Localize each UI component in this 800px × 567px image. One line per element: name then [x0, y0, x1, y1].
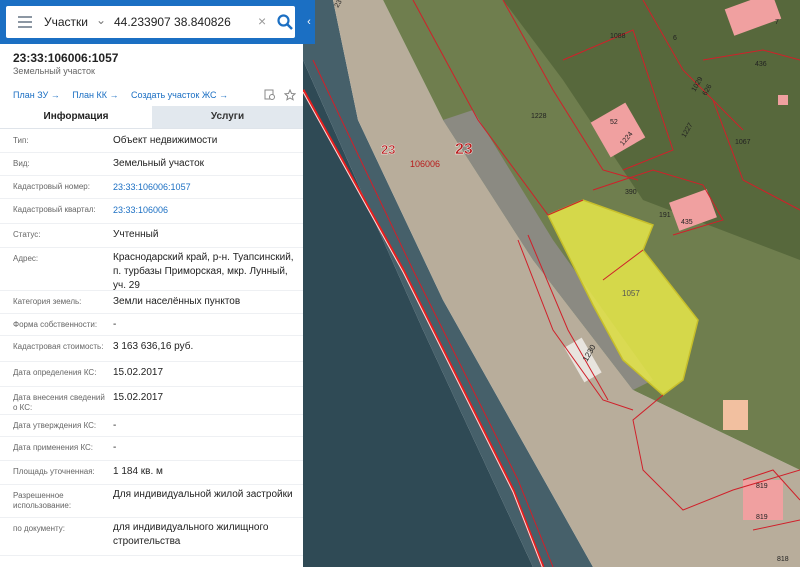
- action-links: План ЗУ → План КК → Создать участок ЖС →: [13, 90, 238, 100]
- info-row: Категория земель: Земли населённых пункто…: [0, 290, 303, 314]
- info-row-value: -: [113, 442, 117, 453]
- info-row-value: 15.02.2017: [113, 367, 164, 378]
- info-row-value: Учтенный: [113, 229, 159, 240]
- print-icon[interactable]: [264, 89, 276, 101]
- tab-info[interactable]: Информация: [0, 106, 152, 130]
- info-row-key: Кадастровая стоимость:: [13, 342, 104, 351]
- parcel-label-191: 191: [659, 212, 671, 219]
- parcel-label-1057: 1057: [622, 289, 640, 298]
- info-row: Статус: Учтенный: [0, 223, 303, 248]
- info-row-value: Для индивидуальной жилой застройки: [113, 489, 293, 500]
- info-row-key: по документу:: [13, 524, 65, 533]
- info-row-key: Дата утверждения КС:: [13, 421, 97, 430]
- search-box: Участки ⌄ ×: [6, 6, 295, 38]
- parcel-label-390: 390: [625, 189, 637, 196]
- info-row: Дата определения КС: 15.02.2017: [0, 361, 303, 387]
- info-row-value: Земли населённых пунктов: [113, 296, 241, 307]
- parcel-label-6: 6: [673, 35, 677, 42]
- parcel-label-819a: 819: [756, 483, 768, 490]
- map-canvas[interactable]: 23 23 106006 1057 1230 1228 1088 6 7 436…: [303, 0, 800, 567]
- menu-icon[interactable]: [18, 16, 32, 28]
- info-row-key: Кадастровый квартал:: [13, 205, 96, 214]
- create-zs-link[interactable]: Создать участок ЖС →: [131, 90, 228, 100]
- info-row: Площадь уточненная: 1 184 кв. м: [0, 460, 303, 485]
- search-icon[interactable]: [276, 13, 294, 31]
- info-row-key: Форма собственности:: [13, 320, 98, 329]
- info-row: Разрешенное использование: Для индивидуал…: [0, 484, 303, 518]
- star-icon[interactable]: [284, 88, 297, 101]
- info-row: Адрес: Краснодарский край, р-н. Туапсинск…: [0, 247, 303, 291]
- info-row: Кадастровый номер: 23:33:106006:1057: [0, 175, 303, 199]
- info-row-value: -: [113, 420, 117, 431]
- parcel-label-7: 7: [775, 19, 779, 26]
- info-row: Форма собственности: -: [0, 313, 303, 336]
- map[interactable]: 23 23 106006 1057 1230 1228 1088 6 7 436…: [303, 0, 800, 567]
- tab-services[interactable]: Услуги: [152, 106, 303, 128]
- parcel-label-435: 435: [681, 219, 693, 226]
- collapse-panel-button[interactable]: ‹: [303, 0, 315, 44]
- plan-zu-link[interactable]: План ЗУ →: [13, 90, 60, 100]
- parcel-label-1067: 1067: [735, 139, 751, 146]
- info-row-key: Дата внесения сведений о КС:: [13, 393, 105, 412]
- info-row-value: 15.02.2017: [113, 392, 164, 403]
- info-row-value-link[interactable]: 23:33:106006:1057: [113, 180, 298, 194]
- plan-kk-link[interactable]: План КК →: [72, 90, 118, 100]
- object-number: 23:33:106006:1057: [13, 51, 119, 65]
- info-row-key: Адрес:: [13, 254, 39, 263]
- info-row-key: Площадь уточненная:: [13, 467, 95, 476]
- info-row: Кадастровая стоимость: 3 163 636,16 руб.: [0, 335, 303, 362]
- building: [778, 95, 788, 105]
- info-row: Дата внесения сведений о КС: 15.02.2017: [0, 386, 303, 415]
- info-row: Тип: Объект недвижимости: [0, 129, 303, 153]
- search-type-select[interactable]: Участки: [44, 15, 88, 29]
- info-row-key: Кадастровый номер:: [13, 182, 90, 191]
- info-row-key: Тип:: [13, 136, 29, 145]
- quarter-label: 106006: [410, 159, 440, 169]
- info-row: Дата применения КС: -: [0, 436, 303, 461]
- tabs: Информация Услуги: [0, 106, 303, 130]
- info-panel: Участки ⌄ × 23:33:106006:1057 Земельный …: [0, 0, 304, 567]
- info-row-key: Разрешенное использование:: [13, 491, 72, 510]
- parcel-label-1228: 1228: [531, 113, 547, 120]
- info-row: Вид: Земельный участок: [0, 152, 303, 176]
- search-bar: Участки ⌄ ×: [0, 0, 303, 44]
- info-row-value: -: [113, 319, 117, 330]
- info-row: по документу: для индивидуального жилищно…: [0, 517, 303, 556]
- parcel-label-52: 52: [610, 119, 618, 126]
- info-row-value: Краснодарский край, р-н. Туапсинский, п.…: [113, 252, 294, 291]
- zone-label-left: 23: [381, 142, 395, 157]
- info-row-key: Статус:: [13, 230, 41, 239]
- parcel-label-1088: 1088: [610, 33, 626, 40]
- parcel-label-436: 436: [755, 61, 767, 68]
- info-row-key: Дата применения КС:: [13, 443, 94, 452]
- info-row-key: Категория земель:: [13, 297, 82, 306]
- object-type: Земельный участок: [13, 66, 95, 76]
- parcel-label-818: 818: [777, 556, 789, 563]
- parcel-label-819b: 819: [756, 514, 768, 521]
- info-row-value: 1 184 кв. м: [113, 466, 163, 477]
- clear-icon[interactable]: ×: [258, 13, 266, 29]
- info-row-key: Дата определения КС:: [13, 368, 97, 377]
- info-row-value: Объект недвижимости: [113, 135, 218, 146]
- tool-icons: [260, 88, 297, 106]
- info-row-value: 3 163 636,16 руб.: [113, 341, 194, 352]
- zone-label-right: 23: [455, 141, 473, 158]
- info-row-value-link[interactable]: 23:33:106006: [113, 203, 298, 217]
- info-row-key: Вид:: [13, 159, 30, 168]
- search-input[interactable]: [114, 15, 254, 29]
- info-row-value: для индивидуального жилищного строительс…: [113, 522, 269, 547]
- chevron-down-icon[interactable]: ⌄: [96, 13, 106, 27]
- info-row: Кадастровый квартал: 23:33:106006: [0, 198, 303, 224]
- info-row: Дата утверждения КС: -: [0, 414, 303, 437]
- info-row-value: Земельный участок: [113, 158, 205, 169]
- building: [723, 400, 748, 430]
